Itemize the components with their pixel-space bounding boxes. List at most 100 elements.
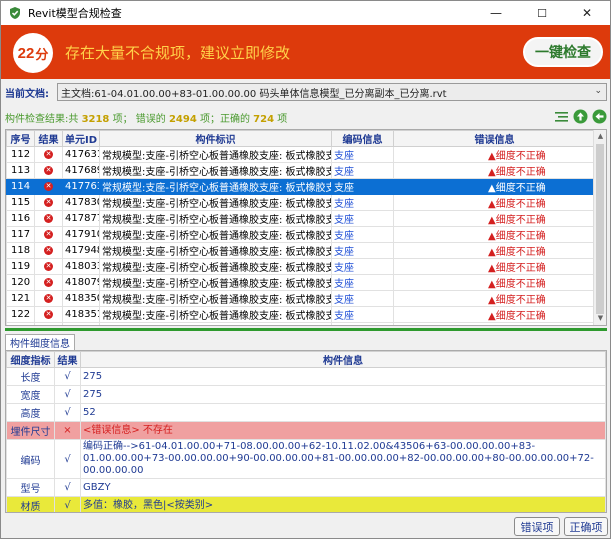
code-link[interactable]: 支座 <box>331 274 394 291</box>
code-link[interactable]: 支座 <box>331 210 394 227</box>
table-row[interactable]: 116 ✕ 417877 常规模型:支座-引桥空心板普通橡胶支座: 板式橡胶支座 支座 ▲… <box>6 210 596 227</box>
table-row[interactable]: 115 ✕ 417830 常规模型:支座-引桥空心板普通橡胶支座: 板式橡胶支座 支座 ▲… <box>6 194 596 211</box>
col-header-code[interactable]: 编码信息 <box>331 130 394 147</box>
error-icon: ✕ <box>44 261 53 271</box>
maximize-button[interactable]: ☐ <box>519 1 565 25</box>
code-link[interactable]: 支座 <box>331 226 394 243</box>
table-row[interactable]: 120 ✕ 418079 常规模型:支座-引桥空心板普通橡胶支座: 板式橡胶支座 支座 ▲… <box>6 274 596 291</box>
table-row[interactable]: 121 ✕ 418350 常规模型:支座-引桥空心板普通橡胶支座: 板式橡胶支座 支座 ▲… <box>6 290 596 307</box>
arrow-left-icon[interactable] <box>592 109 607 124</box>
row-number: 122 <box>6 306 35 323</box>
grid-scrollbar[interactable]: ▲ ▼ <box>593 130 606 325</box>
detail-row[interactable]: 埋件尺寸 × <错误信息> 不存在 <box>6 421 606 440</box>
col-header-result[interactable]: 结果 <box>34 130 63 147</box>
detail-table: 细度指标 结果 构件信息 长度 √ 275 宽度 √ 275 高度 √ 52 埋件尺寸 × <错误信息… <box>6 351 606 512</box>
col-header-number[interactable]: 序号 <box>6 130 35 147</box>
minimize-button[interactable]: — <box>473 1 519 25</box>
detail-row[interactable]: 宽度 √ 275 <box>6 385 606 404</box>
row-number: 115 <box>6 194 35 211</box>
element-id: 417948 <box>62 242 100 259</box>
detail-row[interactable]: 材质 √ 多值：橡胶，黑色|<按类别> <box>6 496 606 512</box>
table-row[interactable]: 113 ✕ 417689 常规模型:支座-引桥空心板普通橡胶支座: 板式橡胶支座 支座 ▲… <box>6 162 596 179</box>
code-link[interactable]: 支座 <box>331 178 394 195</box>
correct-items-button[interactable]: 正确项 <box>564 517 608 536</box>
correct-count: 724 <box>253 113 275 125</box>
document-label: 当前文档: <box>5 88 49 100</box>
list-icon[interactable] <box>554 109 569 124</box>
scroll-thumb[interactable] <box>596 144 604 314</box>
element-name: 常规模型:支座-引桥空心板普通橡胶支座: 板式橡胶支座 <box>99 274 332 291</box>
code-link[interactable]: 支座 <box>331 322 394 325</box>
result-cell: ✕ <box>34 194 63 211</box>
error-icon: ✕ <box>44 165 53 175</box>
shield-check-icon <box>10 7 20 19</box>
element-id: 418033 <box>62 258 100 275</box>
row-number: 118 <box>6 242 35 259</box>
col-header-element-info[interactable]: 构件信息 <box>80 351 606 368</box>
detail-row[interactable]: 长度 √ 275 <box>6 367 606 386</box>
row-number: 112 <box>6 146 35 163</box>
code-link[interactable]: 支座 <box>331 194 394 211</box>
title-bar: Revit模型合规检查 — ☐ ✕ <box>1 1 610 25</box>
col-header-error[interactable]: 错误信息 <box>393 130 596 147</box>
table-row[interactable]: 112 ✕ 417631 常规模型:支座-引桥空心板普通橡胶支座: 板式橡胶支座 支座 ▲… <box>6 146 596 163</box>
element-name: 常规模型:支座-引桥空心板普通橡胶支座: 板式橡胶支座 <box>99 242 332 259</box>
row-number: 120 <box>6 274 35 291</box>
table-row[interactable]: 122 ✕ 418351 常规模型:支座-引桥空心板普通橡胶支座: 板式橡胶支座 支座 ▲… <box>6 306 596 323</box>
scroll-down-icon[interactable]: ▼ <box>594 312 606 325</box>
element-name: 常规模型:支座-引桥空心板普通橡胶支座: 板式橡胶支座 <box>99 178 332 195</box>
error-icon: ✕ <box>44 326 53 327</box>
result-cell: ✕ <box>34 162 63 179</box>
col-header-indicator[interactable]: 细度指标 <box>6 351 55 368</box>
error-message: ▲细度不正确 <box>393 306 596 323</box>
col-header-element-id[interactable]: 单元ID <box>62 130 100 147</box>
table-row[interactable]: 118 ✕ 417948 常规模型:支座-引桥空心板普通橡胶支座: 板式橡胶支座 支座 ▲… <box>6 242 596 259</box>
document-select[interactable]: 主文档:61-04.01.00.00+83-01.00.00.00 码头单体信息… <box>57 83 607 101</box>
score-badge: 22 分 <box>13 33 53 73</box>
row-number: 116 <box>6 210 35 227</box>
element-name: 常规模型:支座-引桥空心板普通橡胶支座: 板式橡胶支座 <box>99 194 332 211</box>
check-summary: 构件检查结果:共 3218 项； 错误的 2494 项；正确的 724 项 <box>5 113 288 125</box>
tab-element-detail[interactable]: 构件细度信息 <box>5 334 75 350</box>
result-cell: ✕ <box>34 242 63 259</box>
arrow-up-icon[interactable] <box>573 109 588 124</box>
col-header-element-name[interactable]: 构件标识 <box>99 130 332 147</box>
app-window: Revit模型合规检查 — ☐ ✕ 22 分 存在大量不合规项，建议立即修改 一… <box>0 0 611 539</box>
table-row[interactable]: 119 ✕ 418033 常规模型:支座-引桥空心板普通橡胶支座: 板式橡胶支座 支座 ▲… <box>6 258 596 275</box>
error-items-button[interactable]: 错误项 <box>514 517 560 536</box>
element-name: 常规模型:支座-引桥空心板普通橡胶支座: 板式橡胶支座 <box>99 210 332 227</box>
one-click-check-button[interactable]: 一键检查 <box>523 37 603 67</box>
detail-row[interactable]: 型号 √ GBZY <box>6 478 606 497</box>
code-link[interactable]: 支座 <box>331 290 394 307</box>
result-cell: ✕ <box>34 258 63 275</box>
document-value: 主文档:61-04.01.00.00+83-01.00.00.00 码头单体信息… <box>61 88 447 100</box>
code-link[interactable]: 支座 <box>331 146 394 163</box>
close-button[interactable]: ✕ <box>564 1 610 25</box>
result-grid: 序号 结果 单元ID 构件标识 编码信息 错误信息 112 ✕ 417631 常规模型… <box>5 129 607 326</box>
code-link[interactable]: 支座 <box>331 242 394 259</box>
error-icon: ✕ <box>44 149 53 159</box>
detail-row[interactable]: 编码 √ 编码正确-->61-04.01.00.00+71-08.00.00.00+… <box>6 439 606 479</box>
error-message: ▲细度不正确 <box>393 226 596 243</box>
code-link[interactable]: 支座 <box>331 162 394 179</box>
scroll-up-icon[interactable]: ▲ <box>594 130 606 143</box>
banner-message: 存在大量不合规项，建议立即修改 <box>65 44 291 62</box>
table-row[interactable]: 114 ✕ 417763 常规模型:支座-引桥空心板普通橡胶支座: 板式橡胶支座 支座 ▲… <box>6 178 596 195</box>
error-message: ▲细度不正确 <box>393 210 596 227</box>
result-cell: ✕ <box>34 146 63 163</box>
code-link[interactable]: 支座 <box>331 258 394 275</box>
col-header-detail-result[interactable]: 结果 <box>54 351 81 368</box>
error-message: ▲细度不正确 <box>393 178 596 195</box>
code-link[interactable]: 支座 <box>331 306 394 323</box>
table-row[interactable]: 117 ✕ 417910 常规模型:支座-引桥空心板普通橡胶支座: 板式橡胶支座 支座 ▲… <box>6 226 596 243</box>
element-id: 418350 <box>62 290 100 307</box>
chevron-down-icon: ⌄ <box>594 86 602 96</box>
indicator-name: 埋件尺寸 <box>6 421 55 440</box>
error-icon: ✕ <box>44 181 53 191</box>
splitter[interactable] <box>5 328 607 331</box>
detail-row[interactable]: 高度 √ 52 <box>6 403 606 422</box>
indicator-result: × <box>54 421 81 440</box>
total-count: 3218 <box>81 113 110 125</box>
indicator-name: 材质 <box>6 496 55 512</box>
table-row[interactable]: 123 ✕ 418352常规模型:支座-引桥空心板普通橡胶支座: 板式橡胶支座支座▲… <box>6 322 596 327</box>
